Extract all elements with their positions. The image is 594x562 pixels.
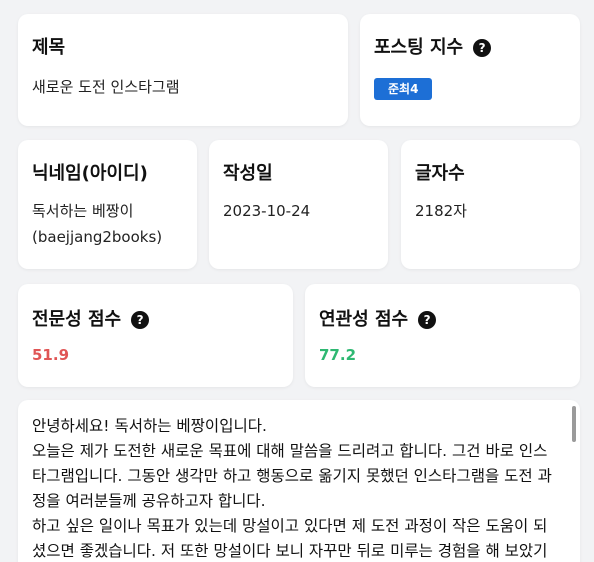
post-line: 안녕하세요! 독서하는 베짱이입니다. [32, 417, 267, 435]
scrollbar-thumb[interactable] [572, 406, 576, 442]
nickname-label: 닉네임(아이디) [32, 163, 148, 184]
relevance-card: 연관성 점수 ? 77.2 [305, 284, 580, 387]
chars-value: 2182자 [415, 202, 467, 220]
nickname-id: (baejjang2books) [32, 228, 163, 246]
title-card: 제목 새로운 도전 인스타그램 [18, 14, 348, 126]
help-icon[interactable]: ? [473, 39, 492, 57]
date-value: 2023-10-24 [223, 202, 311, 220]
help-icon[interactable]: ? [418, 311, 437, 329]
expertise-card: 전문성 점수 ? 51.9 [18, 284, 293, 387]
chars-label: 글자수 [415, 163, 465, 184]
nickname-name: 독서하는 베짱이 [32, 202, 134, 220]
date-card: 작성일 2023-10-24 [209, 140, 388, 269]
nickname-value: 독서하는 베짱이 (baejjang2books) [32, 198, 183, 250]
help-icon[interactable]: ? [131, 311, 150, 329]
relevance-header: 연관성 점수 ? [319, 308, 566, 332]
chars-card: 글자수 2182자 [401, 140, 580, 269]
post-line: 하고 싶은 일이나 목표가 있는데 망설이고 있다면 제 도전 과정이 작은 도… [32, 517, 548, 560]
relevance-score: 77.2 [319, 346, 357, 364]
expertise-label: 전문성 점수 [32, 309, 122, 330]
title-label: 제목 [32, 37, 66, 58]
date-label: 작성일 [223, 163, 273, 184]
expertise-score: 51.9 [32, 346, 70, 364]
posting-index-badge: 준최4 [374, 78, 433, 100]
expertise-header: 전문성 점수 ? [32, 308, 279, 332]
posting-index-card: 포스팅 지수 ? 준최4 [360, 14, 580, 126]
post-content-card[interactable]: 안녕하세요! 독서하는 베짱이입니다. 오늘은 제가 도전한 새로운 목표에 대… [18, 400, 580, 562]
nickname-card: 닉네임(아이디) 독서하는 베짱이 (baejjang2books) [18, 140, 197, 269]
posting-index-header: 포스팅 지수 ? [374, 36, 566, 60]
title-value: 새로운 도전 인스타그램 [32, 78, 180, 96]
relevance-label: 연관성 점수 [319, 309, 409, 330]
posting-index-label: 포스팅 지수 [374, 37, 464, 58]
post-content: 안녕하세요! 독서하는 베짱이입니다. 오늘은 제가 도전한 새로운 목표에 대… [18, 400, 580, 562]
post-line: 오늘은 제가 도전한 새로운 목표에 대해 말씀을 드리려고 합니다. 그건 바… [32, 442, 552, 510]
